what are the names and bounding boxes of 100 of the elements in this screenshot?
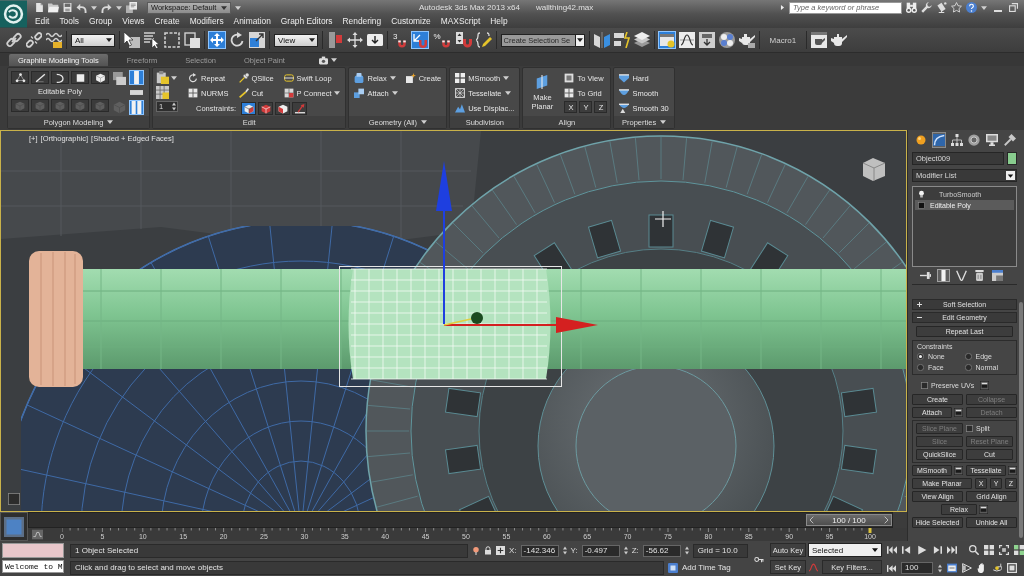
redo-icon[interactable] [101, 2, 112, 13]
up-down-arrows-icon[interactable] [623, 546, 628, 555]
layers-icon[interactable] [633, 32, 650, 48]
menu-item[interactable]: Graph Editors [275, 15, 338, 28]
pencil-braces-icon[interactable] [475, 32, 492, 48]
teapot-window-icon[interactable] [811, 32, 828, 48]
link-icon[interactable] [6, 32, 22, 48]
open-folder-icon[interactable] [48, 2, 59, 13]
pin-icon[interactable] [920, 270, 931, 281]
fork-icon[interactable] [956, 270, 967, 281]
subobject-level-button[interactable] [91, 71, 109, 84]
window-panel-icon[interactable] [992, 270, 1003, 281]
menu-item[interactable]: Edit [30, 15, 55, 28]
viewcube-icon[interactable] [862, 158, 886, 182]
padlock-icon[interactable] [484, 546, 492, 555]
menu-item[interactable]: Help [485, 15, 513, 28]
command-panel-tab[interactable] [984, 131, 1000, 148]
teapot-box-icon[interactable] [738, 32, 755, 48]
app-logo-icon[interactable] [0, 0, 27, 28]
keyboard-key-icon[interactable] [367, 32, 383, 48]
rotate-icon[interactable] [229, 32, 245, 48]
bars-bolt-icon[interactable] [613, 32, 630, 48]
small-window-icon[interactable] [954, 466, 963, 475]
coordinate-field[interactable]: -56.62 [642, 544, 681, 557]
curve-graph-icon[interactable] [678, 32, 695, 48]
binoculars-icon[interactable] [906, 2, 917, 13]
teapot-icon[interactable] [831, 32, 848, 48]
trash-icon[interactable] [974, 270, 985, 281]
grid-squares-icon[interactable] [984, 545, 994, 555]
subobject-level-button[interactable] [51, 71, 69, 84]
snap-toggle-button[interactable]: 3 [392, 32, 409, 48]
restore-icon[interactable] [1009, 3, 1018, 12]
maximize-icon[interactable] [1007, 563, 1017, 573]
small-window-icon[interactable] [954, 408, 963, 417]
frame-corners-icon[interactable] [999, 545, 1009, 555]
time-tag-button[interactable]: Add Time Tag [682, 563, 731, 572]
command-panel-tab[interactable] [967, 131, 982, 148]
undo-icon[interactable] [76, 2, 87, 13]
vertical-bar-icon[interactable] [938, 270, 949, 281]
command-panel-tab[interactable] [1002, 131, 1018, 148]
maxscript-listener-field[interactable] [2, 543, 64, 558]
list-cursor-icon[interactable] [144, 32, 160, 48]
rewind-bar-icon[interactable] [887, 563, 896, 573]
lightbulb-icon[interactable] [918, 190, 925, 198]
viewport-layout-button[interactable] [0, 512, 28, 541]
coordinate-field[interactable]: -142.346 [520, 544, 559, 557]
skip-end-icon[interactable] [947, 545, 957, 555]
angle-magnet-icon[interactable] [412, 32, 429, 48]
menu-item[interactable]: Tools [54, 15, 84, 28]
object-color-swatch[interactable] [1007, 152, 1017, 165]
next-frame-icon[interactable] [932, 545, 942, 555]
dropdown[interactable]: View [274, 33, 318, 47]
scrollbar[interactable] [1019, 302, 1023, 538]
time-slider-track[interactable]: 100 / 100 [28, 512, 893, 528]
key-mode-dropdown[interactable]: Selected [808, 543, 882, 557]
move-cross-icon[interactable] [347, 32, 363, 48]
tile-icon[interactable] [668, 562, 678, 573]
help-icon[interactable] [966, 2, 977, 13]
up-down-arrows-icon[interactable] [938, 563, 942, 573]
window-bar-icon[interactable] [947, 563, 957, 573]
cursor-box-icon[interactable] [124, 32, 140, 48]
small-window-icon[interactable] [979, 505, 988, 514]
wave-icon[interactable] [46, 32, 62, 48]
chevron-right-icon[interactable] [884, 516, 888, 524]
move-icon[interactable] [209, 32, 225, 48]
menu-item[interactable]: Views [117, 15, 150, 28]
coordinate-field[interactable]: -0.497 [581, 544, 620, 557]
window-dot-icon[interactable] [658, 32, 675, 48]
plus-box-icon[interactable] [496, 546, 505, 555]
triangle-frame-icon[interactable] [962, 563, 972, 573]
double-bar-icon[interactable] [130, 101, 143, 114]
frame-field[interactable]: 100 [901, 562, 933, 574]
subobject-level-button[interactable] [71, 71, 89, 84]
command-panel-tab[interactable] [931, 131, 947, 148]
filled-square-icon[interactable] [918, 201, 925, 209]
up-down-arrows-icon[interactable] [684, 546, 689, 555]
save-icon[interactable] [63, 2, 72, 13]
maxscript-input-field[interactable]: Welcome to M [2, 560, 64, 573]
clipboard-icon[interactable] [156, 71, 169, 84]
macro-button[interactable]: Macro1 [763, 35, 803, 45]
constraint-button[interactable] [258, 102, 274, 115]
marker-pin-icon[interactable] [472, 545, 480, 556]
mirror-icon[interactable] [593, 32, 610, 48]
pan-hand-icon[interactable] [977, 563, 987, 573]
vertical-bar-icon[interactable] [130, 71, 143, 84]
snap-toggle-button[interactable]: % [432, 32, 452, 48]
wrench-icon[interactable] [921, 2, 932, 13]
menu-item[interactable]: Group [84, 15, 118, 28]
up-down-arrows-icon[interactable] [172, 102, 176, 111]
split-bar-icon[interactable] [327, 32, 343, 48]
constraint-button[interactable] [292, 102, 308, 115]
up-down-arrows-icon[interactable] [562, 546, 567, 555]
new-file-icon[interactable] [35, 2, 44, 13]
move-gizmo[interactable] [436, 161, 598, 333]
camera-icon[interactable] [317, 55, 329, 65]
constraint-button[interactable] [275, 102, 291, 115]
star-icon[interactable] [951, 2, 962, 13]
chevron-left-icon[interactable] [810, 516, 814, 524]
prev-frame-icon[interactable] [902, 545, 912, 555]
overlapping-squares-icon[interactable] [184, 32, 200, 48]
